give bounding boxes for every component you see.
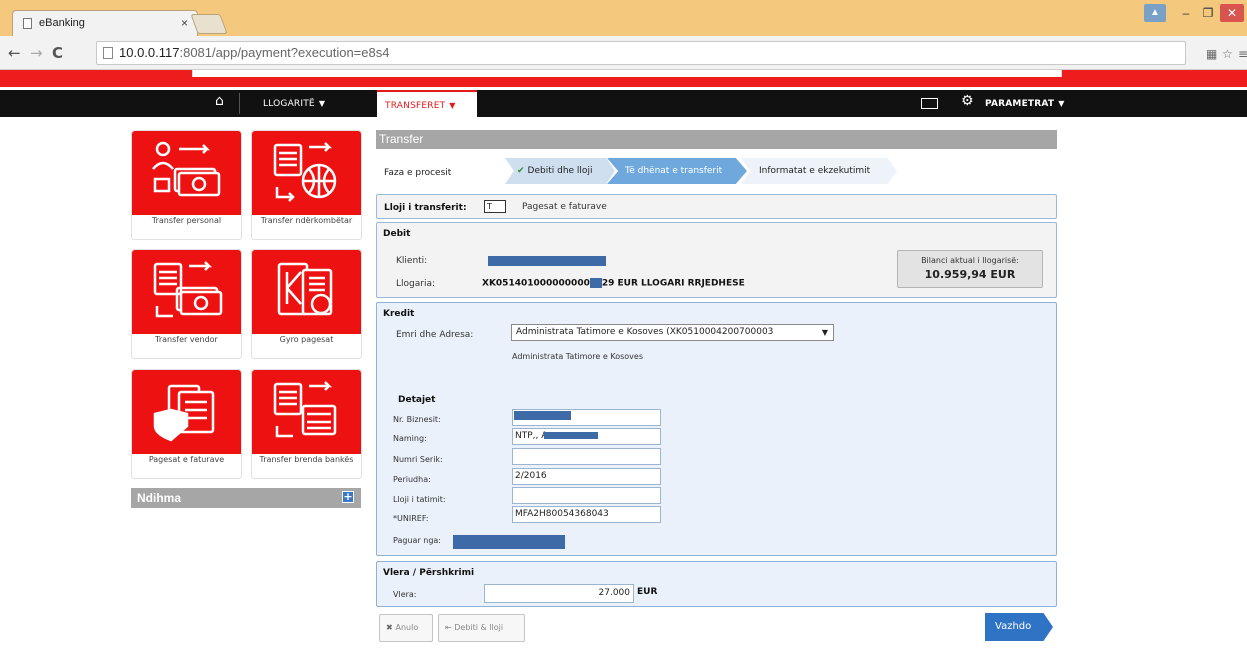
- page-title: Transfer: [379, 132, 424, 146]
- tile-label: Pagesat e faturave: [148, 455, 225, 464]
- minimize-icon[interactable]: –: [1176, 4, 1196, 22]
- maximize-icon[interactable]: ❐: [1198, 4, 1218, 22]
- transfer-personal-icon: [152, 141, 221, 197]
- tile-transfer-international[interactable]: Transfer ndërkombëtar: [251, 130, 362, 240]
- paguar-label: Paguar nga:: [393, 536, 441, 545]
- field-label: Nr. Biznesit:: [393, 415, 441, 424]
- section-header: Transfer: [376, 130, 1057, 149]
- emri-select[interactable]: Administrata Tatimore e Kosoves (XK05100…: [511, 324, 834, 341]
- new-tab-button[interactable]: [190, 14, 228, 34]
- close-window-icon[interactable]: ✕: [1220, 4, 1244, 22]
- debit-title: Debit: [383, 229, 411, 239]
- uniref-input[interactable]: MFA2H80054368043: [512, 506, 661, 523]
- address-toolbar: ← → C 10.0.0.117:8081/app/payment?execut…: [0, 36, 1247, 70]
- help-panel[interactable]: Ndihma +: [131, 488, 361, 508]
- detajet-heading: Detajet: [398, 395, 436, 405]
- forward-icon[interactable]: →: [30, 44, 43, 62]
- nav-parametrat[interactable]: PARAMETRAT ▼: [985, 90, 1065, 117]
- back-arrow-icon: ⇤: [445, 623, 455, 632]
- bill-icon: T: [484, 200, 506, 213]
- field-label: Numri Serik:: [393, 455, 443, 464]
- continue-button[interactable]: Vazhdo: [985, 613, 1053, 641]
- header-strip: [192, 70, 1062, 77]
- close-icon: ✖: [386, 623, 396, 632]
- emri-subtext: Administrata Tatimore e Kosoves: [512, 352, 643, 361]
- periudha-input[interactable]: 2/2016: [512, 468, 661, 485]
- browser-tab[interactable]: eBanking ×: [12, 10, 198, 36]
- balance-label: Bilanci aktual i llogarisë:: [921, 256, 1019, 265]
- klienti-label: Klienti:: [396, 256, 428, 266]
- transfer-type-box: Lloji i transferit: T Pagesat e faturave: [376, 194, 1057, 219]
- step-informatat: Informatat e ekzekutimit: [741, 158, 897, 184]
- bookmark-star-icon[interactable]: ☆: [1222, 47, 1233, 61]
- step-te-dhenat: Të dhënat e transferit: [607, 158, 747, 184]
- tile-label: Transfer personal: [151, 216, 222, 225]
- transfer-type-value: Pagesat e faturave: [522, 202, 607, 212]
- llogaria-label: Llogaria:: [396, 279, 435, 289]
- kredit-title: Kredit: [383, 309, 415, 319]
- home-icon[interactable]: ⌂: [200, 93, 240, 114]
- chevron-down-icon: ▼: [821, 328, 828, 337]
- llogaria-value: XK051401000000000 29 EUR LLOGARI RRJEDHES…: [482, 278, 745, 289]
- reload-icon[interactable]: C: [52, 44, 63, 62]
- process-label: Faza e procesit: [384, 168, 452, 178]
- internal-transfer-icon: [273, 381, 337, 438]
- lloji-tatimit-input[interactable]: [512, 487, 661, 504]
- transfer-international-icon: [273, 142, 337, 202]
- menu-icon[interactable]: ≡: [1238, 47, 1247, 61]
- balance-value: 10.959,94 EUR: [924, 268, 1016, 281]
- main-navbar: ⌂ LLOGARITË ▼ TRANSFERET ▼ ⚙ PARAMETRAT ▼: [0, 90, 1247, 117]
- numri-serik-input[interactable]: [512, 448, 661, 465]
- tab-title: eBanking: [39, 17, 85, 29]
- translate-icon[interactable]: ▦: [1206, 47, 1217, 61]
- tile-transfer-vendor[interactable]: Transfer vendor: [131, 249, 242, 359]
- help-title: Ndihma: [137, 491, 182, 505]
- redacted-client-name: [488, 256, 606, 266]
- browser-tab-bar: eBanking × ▲ – ❐ ✕: [0, 0, 1247, 36]
- tile-gyro-pagesat[interactable]: Gyro pagesat: [251, 249, 362, 359]
- tile-transfer-brenda-bankes[interactable]: Transfer brenda bankës: [251, 369, 362, 479]
- expand-icon[interactable]: +: [342, 491, 354, 503]
- cancel-button[interactable]: ✖ Anulo: [379, 614, 433, 642]
- page-info-icon: [103, 47, 113, 59]
- url-bar[interactable]: 10.0.0.117:8081/app/payment?execution=e8…: [96, 41, 1186, 65]
- tab-close-icon[interactable]: ×: [181, 16, 188, 30]
- balance-card: Bilanci aktual i llogarisë: 10.959,94 EU…: [897, 250, 1043, 288]
- currency-label: EUR: [637, 587, 658, 597]
- field-label: Periudha:: [393, 475, 431, 484]
- field-label: Lloji i tatimit:: [393, 495, 446, 504]
- url-text: 10.0.0.117:8081/app/payment?execution=e8…: [119, 45, 390, 60]
- bill-payments-icon: [153, 384, 215, 442]
- vlera-box: Vlera / Përshkrimi Vlera: EUR: [376, 561, 1057, 607]
- mail-icon[interactable]: [921, 98, 938, 109]
- tile-label: Transfer brenda bankës: [259, 455, 354, 464]
- tile-pagesat-e-faturave[interactable]: Pagesat e faturave: [131, 369, 242, 479]
- vlera-title: Vlera / Përshkrimi: [383, 568, 475, 578]
- field-label: Naming:: [393, 434, 427, 443]
- vlera-label: Vlera:: [393, 590, 417, 599]
- tile-label: Gyro pagesat: [279, 335, 334, 344]
- redacted-name: [544, 432, 598, 439]
- back-button[interactable]: ⇤ Debiti & lloji: [438, 614, 525, 642]
- redacted-payer: [453, 535, 565, 549]
- back-icon[interactable]: ←: [8, 44, 21, 62]
- tile-label: Transfer vendor: [155, 335, 218, 344]
- nav-llogarite[interactable]: LLOGARITË ▼: [263, 90, 325, 117]
- step-debiti[interactable]: ✔ Debiti dhe lloji: [505, 158, 615, 184]
- amount-input[interactable]: 27.000: [484, 584, 634, 603]
- gear-icon[interactable]: ⚙: [961, 93, 974, 109]
- user-icon[interactable]: ▲: [1144, 4, 1166, 22]
- nav-transferet[interactable]: TRANSFERET ▼: [377, 90, 477, 117]
- tile-label: Transfer ndërkombëtar: [260, 216, 353, 225]
- tile-transfer-personal[interactable]: Transfer personal: [131, 130, 242, 240]
- emri-label: Emri dhe Adresa:: [396, 330, 474, 340]
- check-icon: ✔: [517, 166, 525, 176]
- transfer-local-icon: [153, 261, 223, 318]
- gyro-payments-icon: [277, 262, 333, 316]
- field-label: *UNIREF:: [393, 514, 429, 523]
- transfer-type-label: Lloji i transferit:: [384, 203, 467, 213]
- page-icon: [23, 18, 32, 29]
- redacted-business-number: [514, 411, 571, 420]
